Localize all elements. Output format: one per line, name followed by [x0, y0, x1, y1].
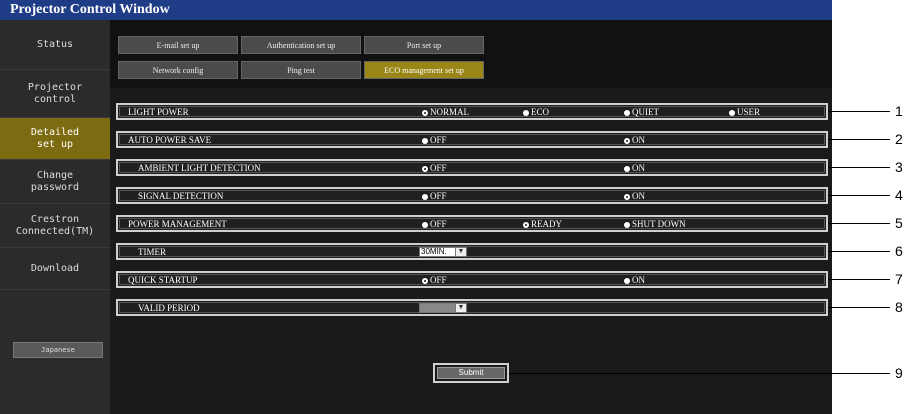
power-management-shut-down-option[interactable]: SHUT DOWN	[624, 219, 686, 230]
timer-select[interactable]: 30MIN. ▼	[419, 247, 467, 257]
sidebar-item-crestron-connected[interactable]: Crestron Connected(TM)	[0, 204, 110, 248]
callout-line-2	[828, 139, 890, 140]
auto-power-save-row: AUTO POWER SAVE OFF ON	[116, 131, 828, 148]
signal-detection-on-option[interactable]: ON	[624, 191, 645, 202]
callout-line-3	[828, 167, 890, 168]
light-power-label: LIGHT POWER	[128, 107, 189, 117]
sidebar-item-projector-control[interactable]: Projector control	[0, 70, 110, 118]
window-title: Projector Control Window	[0, 0, 832, 20]
power-management-label: POWER MANAGEMENT	[128, 219, 227, 229]
quick-startup-off-option[interactable]: OFF	[422, 275, 447, 286]
callout-line-4	[828, 195, 890, 196]
power-management-row: POWER MANAGEMENT OFF READY SHUT DOWN	[116, 215, 828, 232]
callout-line-5	[828, 223, 890, 224]
ambient-light-detection-label: AMBIENT LIGHT DETECTION	[138, 163, 261, 173]
radio-selected-icon[interactable]	[422, 277, 428, 284]
ambient-light-off-option[interactable]: OFF	[422, 163, 447, 174]
light-power-eco-option[interactable]: ECO	[523, 107, 549, 118]
ambient-light-detection-row: AMBIENT LIGHT DETECTION OFF ON	[116, 159, 828, 176]
sidebar-item-change-password[interactable]: Change password	[0, 160, 110, 204]
quick-startup-on-option[interactable]: ON	[624, 275, 645, 286]
radio-selected-icon[interactable]	[422, 165, 428, 172]
signal-detection-off-option[interactable]: OFF	[422, 191, 447, 202]
projector-control-window: Projector Control Window Status Projecto…	[0, 0, 832, 414]
light-power-row: LIGHT POWER NORMAL ECO QUIET USER	[116, 103, 828, 120]
radio-selected-icon[interactable]	[624, 137, 630, 144]
radio-selected-icon[interactable]	[422, 109, 428, 116]
tab-port-set-up[interactable]: Port set up	[364, 36, 484, 54]
valid-period-row: VALID PERIOD ▼	[116, 299, 828, 316]
valid-period-label: VALID PERIOD	[138, 303, 200, 313]
radio-icon[interactable]	[729, 109, 735, 116]
callout-number-6: 6	[895, 243, 903, 259]
callout-line-8	[828, 307, 890, 308]
callout-number-2: 2	[895, 131, 903, 147]
radio-selected-icon[interactable]	[523, 221, 529, 228]
radio-icon[interactable]	[422, 193, 428, 200]
callout-line-7	[828, 279, 890, 280]
callout-number-1: 1	[895, 103, 903, 119]
sidebar-item-detailed-set-up[interactable]: Detailed set up	[0, 118, 110, 160]
radio-icon[interactable]	[624, 277, 630, 284]
chevron-down-icon[interactable]: ▼	[455, 248, 466, 256]
radio-icon[interactable]	[624, 221, 630, 228]
radio-icon[interactable]	[523, 109, 529, 116]
japanese-language-button[interactable]: Japanese	[13, 342, 103, 358]
tab-authentication-set-up[interactable]: Authentication set up	[241, 36, 361, 54]
callout-line-6	[828, 251, 890, 252]
light-power-normal-option[interactable]: NORMAL	[422, 107, 469, 118]
power-management-off-option[interactable]: OFF	[422, 219, 447, 230]
radio-icon[interactable]	[624, 165, 630, 172]
quick-startup-label: QUICK STARTUP	[128, 275, 198, 285]
ambient-light-on-option[interactable]: ON	[624, 163, 645, 174]
callout-line-9	[509, 373, 890, 374]
radio-icon[interactable]	[422, 137, 428, 144]
callout-number-9: 9	[895, 365, 903, 381]
radio-selected-icon[interactable]	[624, 193, 630, 200]
callout-number-5: 5	[895, 215, 903, 231]
callout-number-8: 8	[895, 299, 903, 315]
radio-icon[interactable]	[624, 109, 630, 116]
callout-line-1	[828, 111, 890, 112]
callout-number-7: 7	[895, 271, 903, 287]
callout-number-4: 4	[895, 187, 903, 203]
signal-detection-row: SIGNAL DETECTION OFF ON	[116, 187, 828, 204]
tab-network-config[interactable]: Network config	[118, 61, 238, 79]
power-management-ready-option[interactable]: READY	[523, 219, 562, 230]
tab-ping-test[interactable]: Ping test	[241, 61, 361, 79]
chevron-down-icon[interactable]: ▼	[455, 304, 466, 312]
auto-power-save-label: AUTO POWER SAVE	[128, 135, 212, 145]
sidebar-item-status[interactable]: Status	[0, 20, 110, 70]
signal-detection-label: SIGNAL DETECTION	[138, 191, 224, 201]
submit-button[interactable]: Submit	[437, 367, 505, 379]
valid-period-select[interactable]: ▼	[419, 303, 467, 313]
callout-number-3: 3	[895, 159, 903, 175]
timer-select-value: 30MIN.	[421, 247, 447, 256]
tab-eco-management-set-up[interactable]: ECO management set up	[364, 61, 484, 79]
tab-email-set-up[interactable]: E-mail set up	[118, 36, 238, 54]
timer-row: TIMER 30MIN. ▼	[116, 243, 828, 260]
sidebar-item-download[interactable]: Download	[0, 248, 110, 290]
quick-startup-row: QUICK STARTUP OFF ON	[116, 271, 828, 288]
light-power-user-option[interactable]: USER	[729, 107, 760, 118]
auto-power-save-off-option[interactable]: OFF	[422, 135, 447, 146]
radio-icon[interactable]	[422, 221, 428, 228]
submit-button-frame: Submit	[433, 363, 509, 383]
timer-label: TIMER	[138, 247, 166, 257]
auto-power-save-on-option[interactable]: ON	[624, 135, 645, 146]
light-power-quiet-option[interactable]: QUIET	[624, 107, 659, 118]
